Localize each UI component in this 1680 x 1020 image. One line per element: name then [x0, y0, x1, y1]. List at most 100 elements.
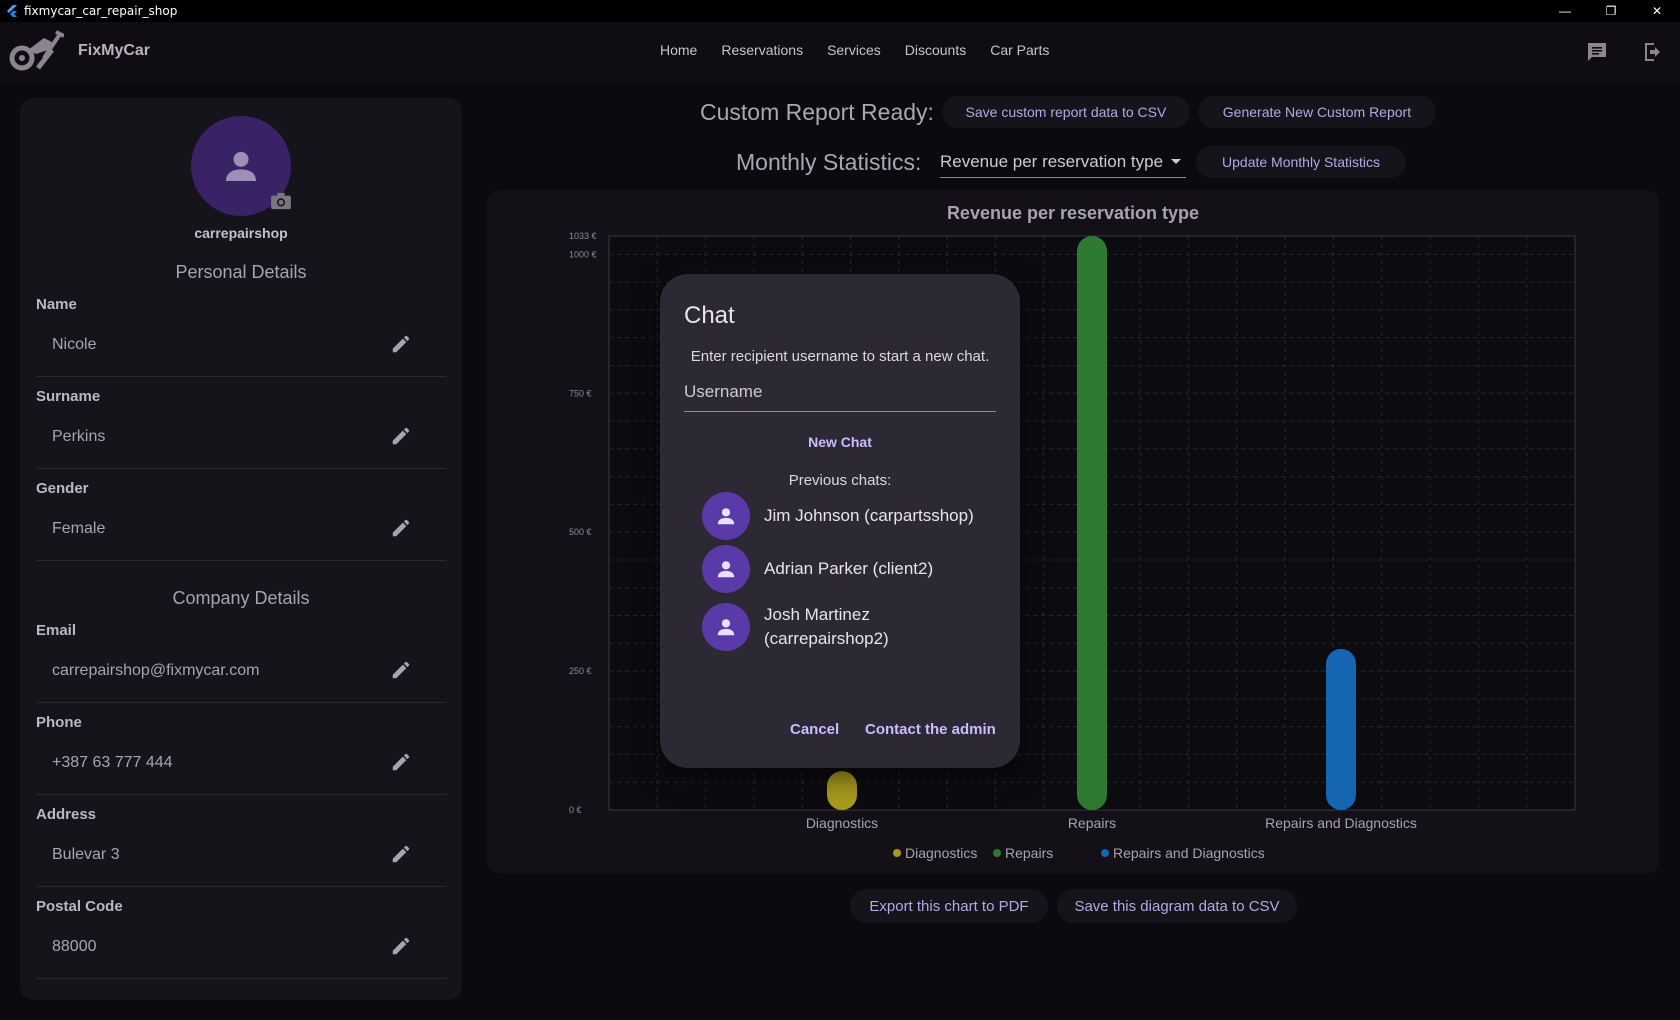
nav-home[interactable]: Home [660, 42, 697, 58]
edit-gender-icon[interactable] [390, 517, 412, 539]
nav-discounts[interactable]: Discounts [905, 42, 966, 58]
export-pdf-button[interactable]: Export this chart to PDF [850, 889, 1048, 923]
edit-name-icon[interactable] [390, 333, 412, 355]
chat-name: Josh Martinez (carrepairshop2) [764, 605, 889, 648]
chevron-down-icon [1171, 159, 1181, 164]
field-value-phone: +387 63 777 444 [52, 754, 173, 771]
monthly-statistics-label: Monthly Statistics: [736, 148, 922, 175]
profile-sidebar: carrepairshop Personal Details Company D… [20, 98, 462, 1000]
divider [36, 560, 446, 561]
flutter-icon [7, 5, 17, 17]
chat-item[interactable]: Adrian Parker (client2) [702, 545, 933, 593]
profile-username: carrepairshop [194, 225, 288, 241]
company-details-heading: Company Details [172, 588, 310, 608]
window-title: fixmycar_car_repair_shop [24, 4, 178, 18]
field-label-address: Address [36, 806, 97, 823]
edit-postal-code-icon[interactable] [390, 935, 412, 957]
divider [36, 376, 446, 377]
app-bar: FixMyCar Home Reservations Services Disc… [0, 22, 1680, 82]
x-tick-label: Repairs and Diagnostics [1265, 815, 1417, 831]
new-chat-button[interactable]: New Chat [660, 434, 1020, 450]
chat-name: Jim Johnson (carpartsshop) [764, 506, 974, 525]
field-label-phone: Phone [36, 714, 82, 731]
nav-car-parts[interactable]: Car Parts [990, 42, 1049, 58]
cancel-button[interactable]: Cancel [790, 721, 839, 738]
legend-marker [1101, 849, 1109, 857]
chat-item[interactable]: Josh Martinez (carrepairshop2) [702, 603, 914, 651]
minimize-button[interactable]: — [1542, 0, 1588, 22]
field-label-surname: Surname [36, 388, 101, 405]
custom-report-row: Custom Report Ready: Save custom report … [700, 96, 1436, 128]
chat-dialog: Chat Enter recipient username to start a… [660, 274, 1020, 768]
divider [36, 978, 446, 979]
monthly-statistics-select[interactable]: Revenue per reservation type [940, 148, 1186, 178]
field-value-email: carrepairshop@fixmycar.com [52, 662, 260, 679]
camera-icon[interactable] [270, 192, 292, 210]
y-tick-label: 0 € [569, 805, 582, 815]
personal-details-heading: Personal Details [175, 262, 307, 282]
avatar [702, 492, 750, 540]
person-icon [226, 151, 256, 181]
field-label-email: Email [36, 622, 77, 639]
divider [36, 468, 446, 469]
person-icon [717, 619, 735, 636]
dialog-subtitle: Enter recipient username to start a new … [690, 348, 990, 365]
y-tick-label: 750 € [569, 388, 592, 398]
y-tick-label: 250 € [569, 666, 592, 676]
logo-icon [9, 30, 64, 71]
y-tick-label: 500 € [569, 527, 592, 537]
monthly-statistics-row: Monthly Statistics: [736, 146, 921, 178]
monthly-select-value: Revenue per reservation type [940, 152, 1164, 171]
field-label-gender: Gender [36, 480, 89, 497]
nav-services[interactable]: Services [827, 42, 881, 58]
bar [1326, 648, 1356, 810]
field-value-name: Nicole [52, 336, 97, 353]
username-input[interactable]: Username [684, 376, 996, 412]
chat-icon[interactable] [1584, 40, 1610, 64]
field-value-gender: Female [52, 520, 106, 537]
legend-marker [893, 849, 901, 857]
window-titlebar: fixmycar_car_repair_shop — ❐ ✕ [0, 0, 1680, 22]
y-tick-label: 1033 € [569, 231, 597, 241]
edit-email-icon[interactable] [390, 659, 412, 681]
edit-address-icon[interactable] [390, 843, 412, 865]
legend-label: Repairs [1005, 845, 1053, 861]
restore-button[interactable]: ❐ [1588, 0, 1634, 22]
avatar [702, 545, 750, 593]
update-monthly-statistics-button[interactable]: Update Monthly Statistics [1196, 146, 1406, 178]
divider [36, 886, 446, 887]
save-custom-report-button[interactable]: Save custom report data to CSV [941, 96, 1190, 128]
person-icon [717, 561, 735, 578]
x-tick-label: Diagnostics [806, 815, 878, 831]
edit-phone-icon[interactable] [390, 751, 412, 773]
avatar [702, 603, 750, 651]
field-value-postal-code: 88000 [52, 938, 97, 955]
nav-reservations[interactable]: Reservations [721, 42, 803, 58]
legend-label: Repairs and Diagnostics [1113, 845, 1265, 861]
close-button[interactable]: ✕ [1634, 0, 1680, 22]
person-icon [717, 508, 735, 525]
divider [36, 794, 446, 795]
x-tick-label: Repairs [1068, 815, 1116, 831]
field-label-postal-code: Postal Code [36, 898, 123, 915]
previous-chats-label: Previous chats: [788, 472, 892, 489]
field-label-name: Name [36, 296, 77, 313]
main-nav: Home Reservations Services Discounts Car… [660, 42, 1049, 58]
custom-report-label: Custom Report Ready: [700, 98, 934, 125]
save-diagram-csv-button[interactable]: Save this diagram data to CSV [1057, 889, 1297, 923]
divider [36, 702, 446, 703]
legend-label: Diagnostics [905, 845, 977, 861]
generate-custom-report-button[interactable]: Generate New Custom Report [1197, 96, 1436, 128]
chat-name: Adrian Parker (client2) [764, 559, 934, 578]
field-value-surname: Perkins [52, 428, 106, 445]
chat-item[interactable]: Jim Johnson (carpartsshop) [702, 492, 974, 540]
brand-name: FixMyCar [78, 42, 151, 59]
bar [827, 771, 857, 810]
logout-icon[interactable] [1640, 40, 1666, 64]
y-tick-label: 1000 € [569, 249, 597, 259]
edit-surname-icon[interactable] [390, 425, 412, 447]
contact-admin-button[interactable]: Contact the admin [865, 721, 996, 738]
dialog-title: Chat [684, 302, 735, 329]
legend-marker [993, 849, 1001, 857]
bar [1077, 236, 1107, 810]
